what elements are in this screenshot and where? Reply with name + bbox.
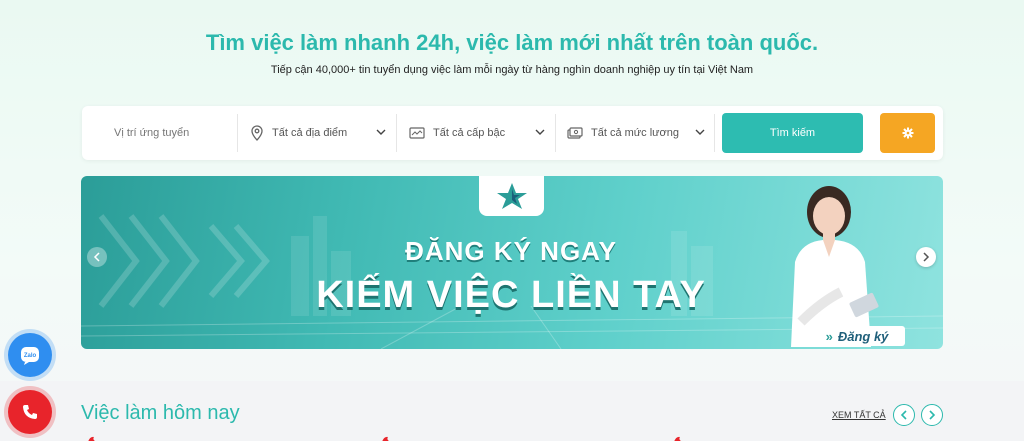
zalo-chat-button[interactable]: Zalo <box>8 333 52 377</box>
chevron-right-icon <box>923 252 930 262</box>
page-subtitle: Tiếp cận 40,000+ tin tuyển dụng việc làm… <box>270 64 754 76</box>
position-input[interactable] <box>94 113 234 153</box>
chevron-right-icon <box>929 410 936 420</box>
double-chevron-icon: » <box>825 328 833 344</box>
promo-banner[interactable]: ĐĂNG KÝ NGAY KIẾM VIỆC LIỀN TAY » Đăng k… <box>81 176 943 349</box>
chevron-down-icon <box>376 129 386 135</box>
salary-select[interactable]: Tất cả mức lương <box>567 113 707 153</box>
hot-job-icon <box>382 436 389 441</box>
woman-illustration <box>791 186 879 347</box>
divider <box>714 114 715 152</box>
level-select[interactable]: Tất cả cấp bậc <box>409 113 557 153</box>
banner-headline-2: KIẾM VIỆC LIỀN TAY <box>316 274 706 316</box>
carousel-prev-button[interactable] <box>87 247 107 267</box>
money-icon <box>567 126 583 139</box>
divider <box>237 114 238 152</box>
search-bar: Tất cả địa điểm Tất cả cấp bậc Tất cả mứ… <box>82 106 943 160</box>
location-label: Tất cả địa điểm <box>272 127 348 139</box>
chevron-left-icon <box>900 410 907 420</box>
zalo-label: Zalo <box>24 353 37 359</box>
star-logo-icon <box>496 183 527 209</box>
phone-icon <box>23 405 37 419</box>
search-button[interactable]: Tìm kiếm <box>722 113 863 153</box>
level-icon <box>409 127 425 139</box>
location-select[interactable]: Tất cả địa điểm <box>250 113 398 153</box>
page-title: Tìm việc làm nhanh 24h, việc làm mới nhấ… <box>205 30 819 55</box>
jobs-prev-button[interactable] <box>893 404 915 426</box>
location-pin-icon <box>251 125 263 141</box>
call-button[interactable] <box>8 390 52 434</box>
divider <box>555 114 556 152</box>
level-label: Tất cả cấp bậc <box>433 127 506 139</box>
chevron-down-icon <box>695 129 705 135</box>
register-label: Đăng ký <box>837 328 889 344</box>
hot-job-icon <box>88 436 95 441</box>
divider <box>396 114 397 152</box>
filter-button[interactable] <box>880 113 935 153</box>
hot-job-icon <box>674 436 681 441</box>
register-button[interactable]: » Đăng ký <box>809 326 905 346</box>
chevron-left-icon <box>93 252 100 262</box>
jobs-next-button[interactable] <box>921 404 943 426</box>
chevron-down-icon <box>535 129 545 135</box>
banner-headline-1: ĐĂNG KÝ NGAY <box>405 236 617 266</box>
carousel-next-button[interactable] <box>916 247 936 267</box>
gear-icon <box>902 127 913 139</box>
see-all-link[interactable]: XEM TẤT CẢ <box>832 410 886 420</box>
section-title: Việc làm hôm nay <box>81 402 240 424</box>
brand-logo <box>479 176 544 216</box>
zalo-icon: Zalo <box>21 347 39 365</box>
salary-label: Tất cả mức lương <box>591 127 679 139</box>
